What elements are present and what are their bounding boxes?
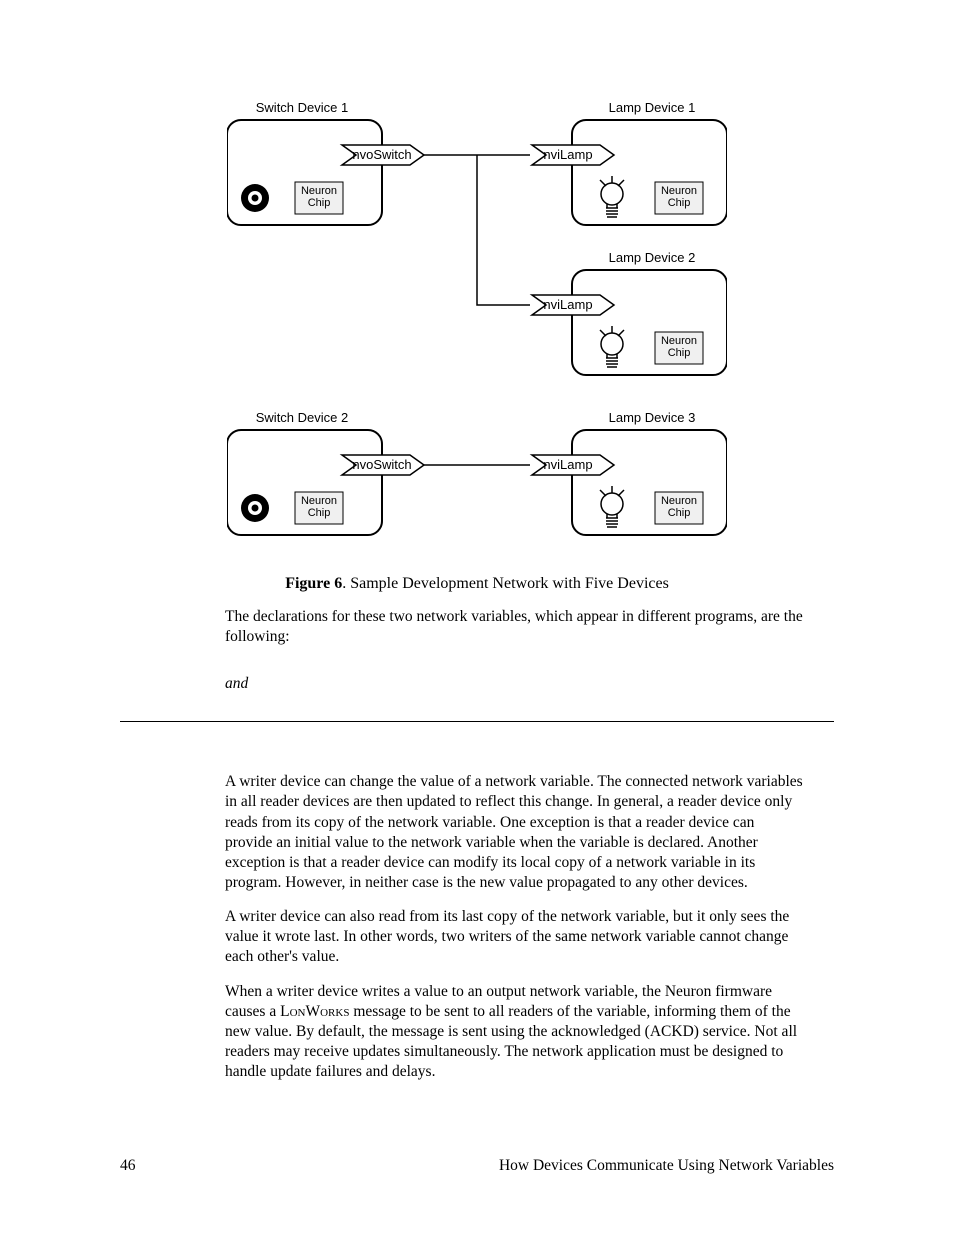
figure-caption: Figure 6. Sample Development Network wit… — [120, 575, 834, 593]
figure-caption-text: . Sample Development Network with Five D… — [342, 575, 669, 592]
body-paragraph-3: When a writer device writes a value to a… — [225, 982, 805, 1083]
nv-out-1: nvoSwitch — [352, 147, 411, 162]
page: Switch Device 1 Neuron Chip nvoSwitch La… — [0, 0, 954, 1235]
svg-text:Neuron: Neuron — [301, 185, 337, 197]
and-word: and — [225, 675, 834, 693]
svg-text:Chip: Chip — [308, 507, 331, 519]
svg-text:Neuron: Neuron — [301, 495, 337, 507]
svg-text:Chip: Chip — [668, 507, 691, 519]
svg-text:Neuron: Neuron — [661, 185, 697, 197]
nv-in-1: nviLamp — [543, 147, 592, 162]
body-paragraph-2: A writer device can also read from its l… — [225, 907, 805, 967]
body-paragraph-1: A writer device can change the value of … — [225, 772, 805, 893]
svg-text:Chip: Chip — [668, 347, 691, 359]
chapter-title: How Devices Communicate Using Network Va… — [499, 1157, 834, 1175]
nv-in-2: nviLamp — [543, 297, 592, 312]
svg-text:Neuron: Neuron — [661, 495, 697, 507]
svg-text:Chip: Chip — [668, 197, 691, 209]
page-footer: 46 How Devices Communicate Using Network… — [120, 1157, 834, 1175]
figure-number: Figure 6 — [285, 575, 342, 592]
section-divider — [120, 721, 834, 722]
label-lamp1: Lamp Device 1 — [609, 100, 696, 115]
intro-paragraph: The declarations for these two network v… — [225, 607, 805, 647]
figure-diagram: Switch Device 1 Neuron Chip nvoSwitch La… — [227, 100, 727, 560]
svg-text:Neuron: Neuron — [661, 335, 697, 347]
svg-text:Chip: Chip — [308, 197, 331, 209]
label-switch2: Switch Device 2 — [256, 410, 348, 425]
label-lamp3: Lamp Device 3 — [609, 410, 696, 425]
nv-out-2: nvoSwitch — [352, 457, 411, 472]
label-lamp2: Lamp Device 2 — [609, 250, 696, 265]
label-switch1: Switch Device 1 — [256, 100, 348, 115]
network-diagram-svg: Switch Device 1 Neuron Chip nvoSwitch La… — [227, 100, 727, 560]
nv-in-3: nviLamp — [543, 457, 592, 472]
page-number: 46 — [120, 1157, 136, 1175]
